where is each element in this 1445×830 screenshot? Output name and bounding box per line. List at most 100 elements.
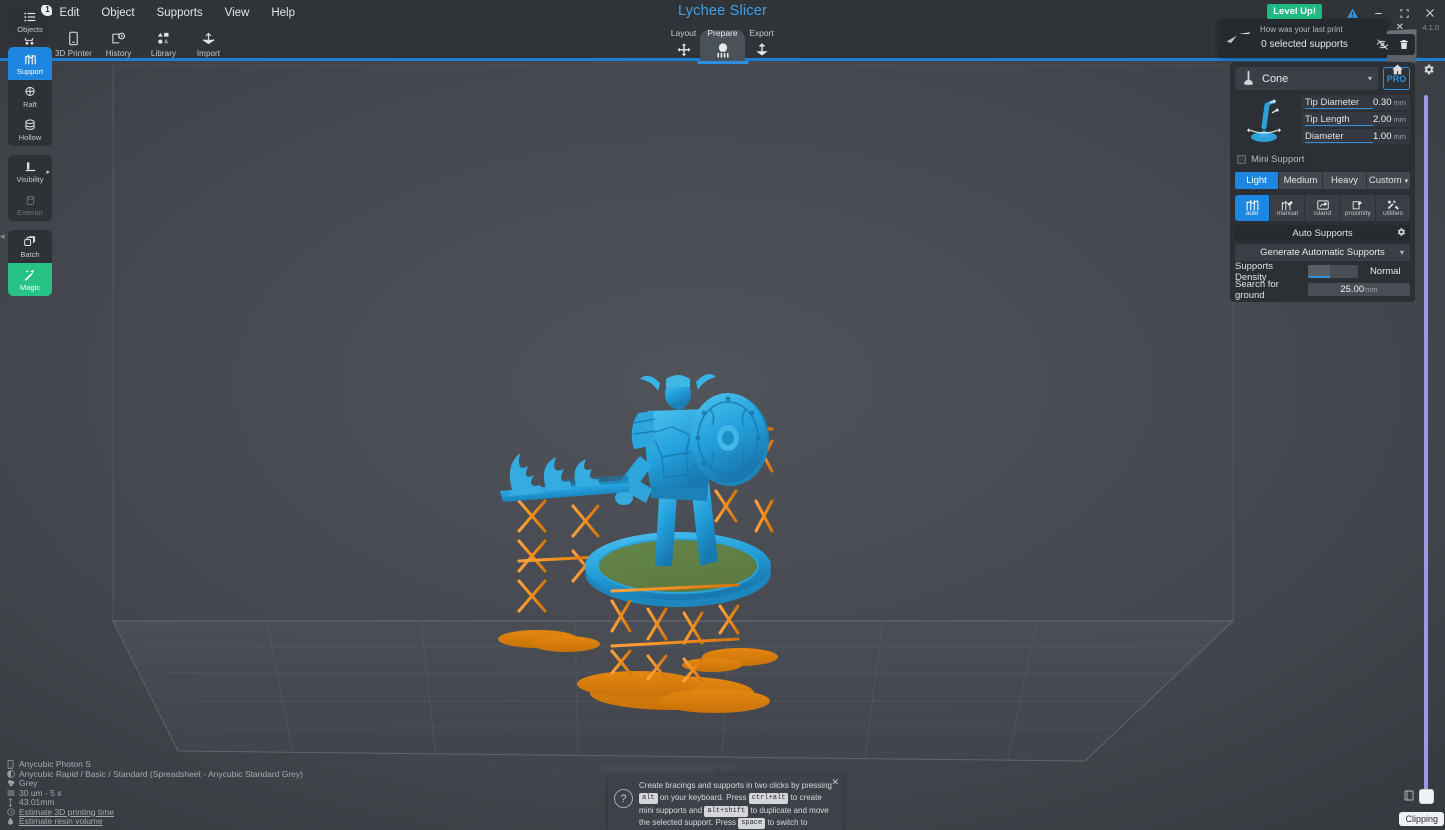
gear-icon[interactable]	[1396, 227, 1406, 240]
menu-edit[interactable]: Edit	[51, 4, 89, 22]
estimate-resin-volume-link[interactable]: Estimate resin volume	[19, 816, 103, 826]
tool-visibility[interactable]: ▸ Visibility	[8, 155, 52, 188]
menu-object[interactable]: Object	[92, 4, 143, 22]
tab-export[interactable]: Export	[742, 23, 781, 61]
minimize-icon[interactable]	[1365, 3, 1391, 23]
quick-history[interactable]: History	[98, 26, 139, 58]
preset-medium[interactable]: Medium	[1279, 172, 1322, 189]
rail-group-extra: Batch Magic	[8, 230, 52, 296]
clipping-slider-knob[interactable]	[1419, 789, 1434, 804]
stage-tabs: Layout Prepare Export	[664, 21, 781, 61]
tab-prepare[interactable]: Prepare	[703, 23, 742, 61]
tool-batch[interactable]: Batch	[8, 230, 52, 263]
mini-support-row[interactable]: Mini Support	[1235, 152, 1410, 167]
param-row[interactable]: Diameter 1.00 mm	[1301, 129, 1410, 145]
export-icon	[753, 39, 770, 61]
param-rows: Tip Diameter 0.30 mm Tip Length 2.00 mm …	[1301, 95, 1410, 147]
preset-heavy[interactable]: Heavy	[1323, 172, 1366, 189]
support-preview	[1235, 95, 1297, 147]
gear-icon[interactable]	[1422, 63, 1435, 81]
quick-3d-printer[interactable]: 3D Printer	[53, 26, 94, 58]
kbd-alt: alt	[639, 793, 658, 804]
estimate-printing-time-link[interactable]: Estimate 3D printing time	[19, 807, 114, 817]
menu-view[interactable]: View	[216, 4, 259, 22]
rail-collapse-arrow[interactable]: ◂	[0, 231, 5, 245]
param-row[interactable]: Tip Diameter 0.30 mm	[1301, 95, 1410, 111]
preset-label: Medium	[1284, 175, 1318, 186]
auto-supports-header: Auto Supports	[1235, 225, 1410, 241]
status-row: 30 um - 5 s	[6, 788, 303, 798]
selection-bar: 0 selected supports	[1230, 34, 1415, 55]
resin-icon	[6, 770, 15, 778]
mode-island[interactable]: island	[1305, 195, 1339, 221]
tool-objects[interactable]: 1 Objects	[8, 5, 52, 38]
close-icon[interactable]: ✕	[831, 777, 839, 788]
support-shape-select[interactable]: Cone ▾	[1235, 67, 1378, 90]
param-value: 2.00	[1373, 114, 1392, 125]
close-icon[interactable]	[1417, 3, 1443, 23]
supports-density-value: Normal	[1361, 266, 1411, 277]
viewport-3d[interactable]: ◂	[0, 61, 1445, 830]
generate-supports-dropdown[interactable]: Generate Automatic Supports ▾	[1235, 244, 1410, 261]
status-row: 43.01mm	[6, 798, 303, 808]
objects-count-badge: 1	[41, 5, 52, 16]
library-icon: A	[155, 29, 173, 47]
clipping-slider-label: Clipping	[1399, 812, 1444, 826]
tool-support[interactable]: Support	[8, 47, 52, 80]
status-text: Anycubic Rapid / Basic / Standard (Sprea…	[19, 769, 303, 779]
preset-label: Custom	[1369, 175, 1402, 186]
home-icon[interactable]	[1391, 63, 1404, 81]
search-for-ground-input[interactable]: 25.00 mm	[1308, 283, 1410, 296]
param-label: Tip Length	[1305, 114, 1373, 126]
list-icon	[23, 10, 37, 25]
param-label: Diameter	[1305, 131, 1373, 143]
batch-icon	[23, 235, 37, 250]
rail-group-prepare: Support Raft Hollow	[8, 47, 52, 146]
mode-auto[interactable]: auto	[1235, 195, 1269, 221]
mode-proximity[interactable]: proximity	[1341, 195, 1375, 221]
trash-icon[interactable]	[1393, 34, 1415, 55]
mode-label: island	[1314, 211, 1331, 218]
window-controls	[1339, 3, 1443, 23]
mode-label: auto	[1246, 211, 1259, 218]
chevron-down-icon: ▾	[1400, 248, 1404, 257]
tool-raft[interactable]: Raft	[8, 80, 52, 113]
eye-off-icon[interactable]	[1371, 34, 1393, 55]
tool-magic[interactable]: Magic	[8, 263, 52, 296]
clipping-slider-track[interactable]	[1424, 95, 1428, 793]
quick-library[interactable]: A Library	[143, 26, 184, 58]
mode-manual[interactable]: manual	[1270, 195, 1304, 221]
status-row-estimate-volume[interactable]: Estimate resin volume	[6, 817, 303, 827]
tool-label: Objects	[17, 26, 42, 34]
hint-seg-6: Press	[716, 818, 736, 827]
tab-layout[interactable]: Layout	[664, 23, 703, 61]
preset-custom[interactable]: Custom▾	[1367, 172, 1410, 189]
kbd-space: space	[738, 818, 765, 829]
generate-label: Generate Automatic Supports	[1260, 247, 1385, 258]
maximize-icon[interactable]	[1391, 3, 1417, 23]
menu-supports[interactable]: Supports	[148, 4, 212, 22]
status-row-estimate-time[interactable]: Estimate 3D printing time	[6, 807, 303, 817]
tool-hollow[interactable]: Hollow	[8, 113, 52, 146]
level-up-button[interactable]: Level Up!	[1267, 4, 1322, 19]
import-icon	[200, 29, 218, 47]
layers-page-icon[interactable]	[1403, 789, 1415, 807]
warning-icon[interactable]	[1339, 3, 1365, 23]
supports-density-row: Supports Density Normal	[1235, 264, 1410, 279]
build-volume	[0, 61, 1445, 830]
param-unit: mm	[1394, 115, 1407, 124]
quick-import[interactable]: Import	[188, 26, 229, 58]
mode-utilities[interactable]: utilities	[1376, 195, 1410, 221]
supports-density-slider[interactable]	[1308, 265, 1358, 278]
menu-help[interactable]: Help	[262, 4, 304, 22]
supports-panel: 0 selected supports Cone ▾ PRO	[1230, 34, 1415, 302]
param-row[interactable]: Tip Length 2.00 mm	[1301, 112, 1410, 128]
history-icon	[110, 29, 128, 47]
mode-label: proximity	[1345, 211, 1371, 218]
preset-light[interactable]: Light	[1235, 172, 1278, 189]
app-version: 4.1.0	[1422, 23, 1439, 32]
tool-exterior[interactable]: Exterior	[8, 188, 52, 221]
mini-support-checkbox[interactable]	[1237, 155, 1246, 164]
question-icon[interactable]: ?	[614, 789, 633, 808]
status-text: Anycubic Photon S	[19, 759, 91, 769]
